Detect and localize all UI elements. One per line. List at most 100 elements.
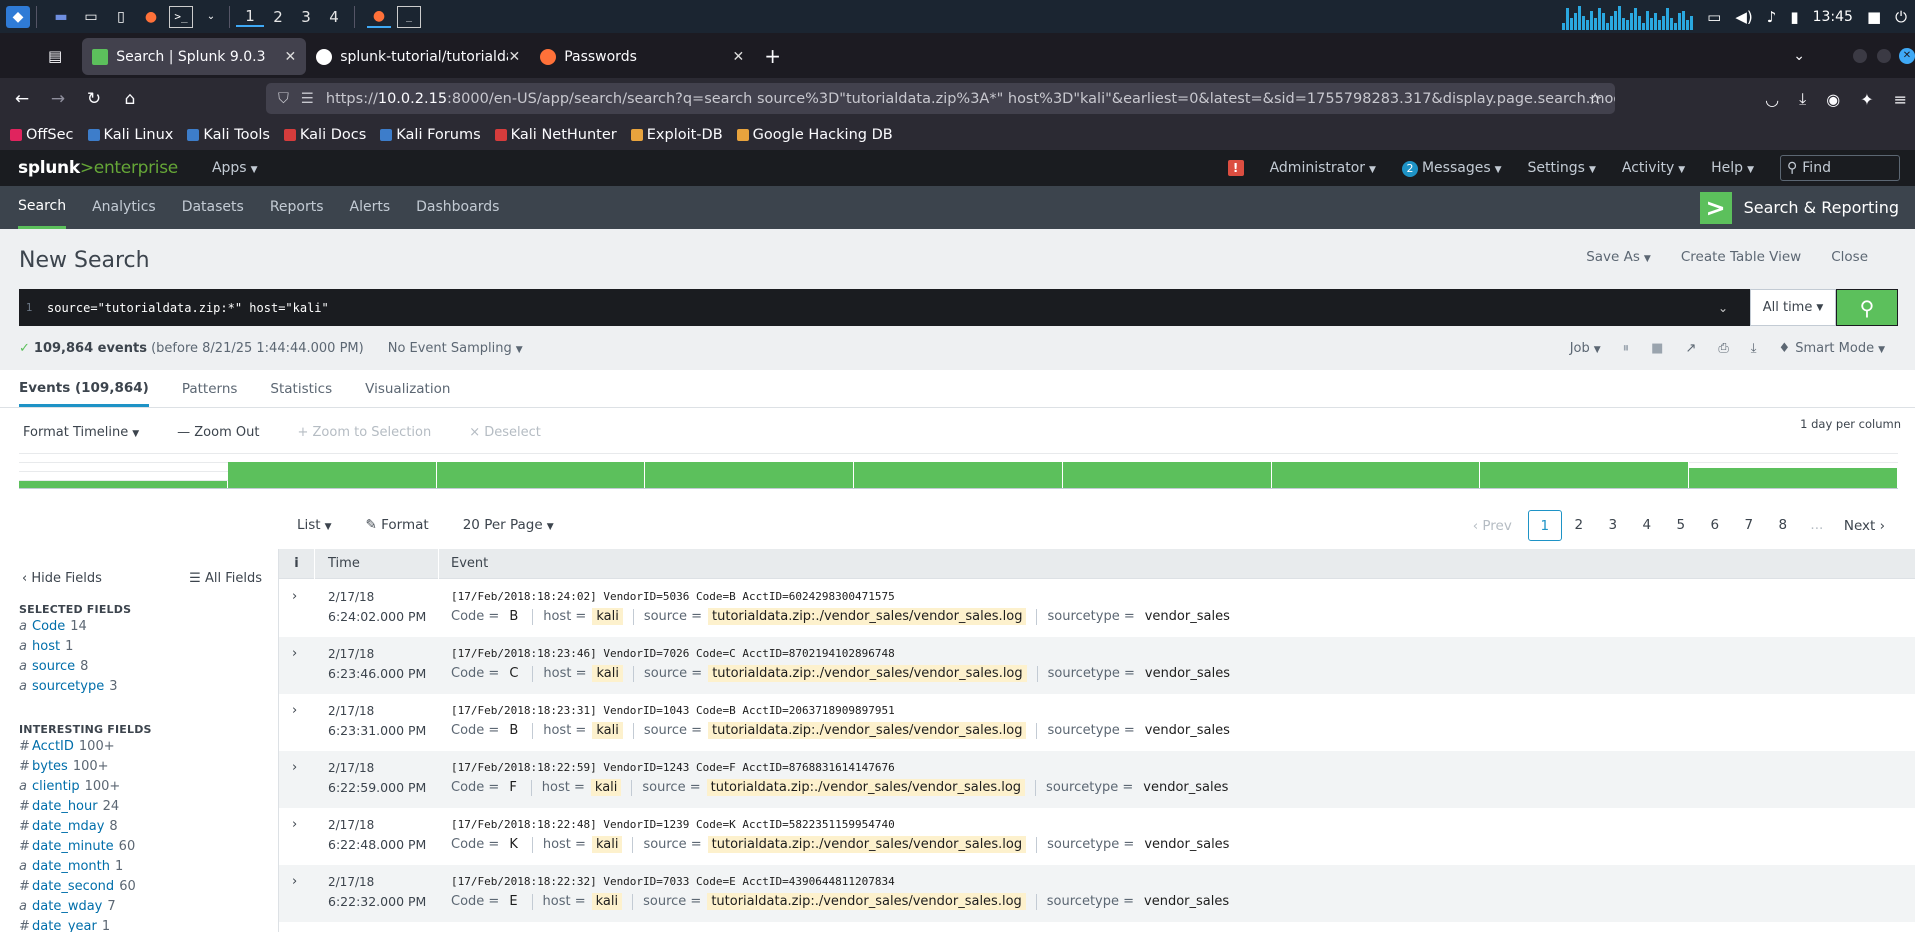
menu-icon[interactable]: ≡ bbox=[1894, 90, 1907, 109]
browser-tab-splunk[interactable]: Search | Splunk 9.0.3 ✕ bbox=[82, 38, 307, 75]
timeline-bar[interactable] bbox=[645, 462, 855, 488]
app-nav-dashboards[interactable]: Dashboards bbox=[416, 186, 499, 229]
reload-icon[interactable]: ↻ bbox=[76, 89, 112, 109]
close-icon[interactable]: ✕ bbox=[284, 49, 296, 65]
timeline-bar[interactable] bbox=[19, 481, 228, 488]
url-bar[interactable]: ⛉ ☰ https://10.0.2.15:8000/en-US/app/sea… bbox=[266, 83, 1615, 114]
field-value-code[interactable]: B bbox=[505, 722, 522, 739]
expand-chevron-icon[interactable]: › bbox=[292, 589, 297, 604]
apps-menu[interactable]: Apps ▼ bbox=[212, 160, 258, 176]
timeline-bar[interactable] bbox=[1271, 462, 1481, 488]
stop-icon[interactable]: ■ bbox=[1651, 341, 1663, 356]
info-column-header[interactable]: i bbox=[279, 549, 315, 579]
bookmark-item[interactable]: Exploit-DB bbox=[630, 127, 723, 143]
pocket-icon[interactable]: ◡ bbox=[1765, 90, 1779, 109]
shield-icon[interactable]: ⛉ bbox=[278, 91, 289, 107]
timeline-bar[interactable] bbox=[1480, 462, 1690, 488]
field-value-host[interactable]: kali bbox=[592, 722, 623, 739]
timeline-bar[interactable] bbox=[436, 462, 646, 488]
page-8-button[interactable]: 8 bbox=[1766, 510, 1800, 541]
workspace-2[interactable]: 2 bbox=[264, 8, 292, 26]
tab-overview-icon[interactable]: ▤ bbox=[48, 47, 62, 65]
timeline-bar[interactable] bbox=[227, 462, 437, 488]
browser-tab-github[interactable]: splunk-tutorial/tutorialdata ✕ bbox=[306, 38, 530, 75]
messages-menu[interactable]: 2 Messages ▼ bbox=[1401, 160, 1502, 177]
field-item-date_year[interactable]: # date_year 1 bbox=[19, 919, 110, 932]
field-item-host[interactable]: a host 1 bbox=[19, 639, 73, 654]
field-value-host[interactable]: kali bbox=[592, 665, 623, 682]
workspace-4[interactable]: 4 bbox=[320, 8, 348, 26]
expand-chevron-icon[interactable]: › bbox=[292, 646, 297, 661]
field-value-sourcetype[interactable]: vendor_sales bbox=[1140, 893, 1233, 910]
app-nav-datasets[interactable]: Datasets bbox=[182, 186, 244, 229]
field-value-code[interactable]: K bbox=[505, 836, 522, 853]
field-value-source[interactable]: tutorialdata.zip:./vendor_sales/vendor_s… bbox=[708, 722, 1027, 739]
field-value-sourcetype[interactable]: vendor_sales bbox=[1141, 665, 1234, 682]
display-icon[interactable]: ▭ bbox=[1707, 8, 1721, 26]
field-value-host[interactable]: kali bbox=[590, 779, 622, 796]
list-view-menu[interactable]: List ▼ bbox=[297, 517, 332, 533]
alert-icon[interactable]: ! bbox=[1227, 160, 1244, 176]
search-query-input[interactable]: source="tutorialdata.zip:*" host="kali" bbox=[47, 301, 1898, 315]
expand-chevron-icon[interactable]: › bbox=[292, 817, 297, 832]
all-fields-button[interactable]: ☰ All Fields bbox=[189, 571, 262, 586]
desktop-icon[interactable]: ▬ bbox=[49, 6, 73, 28]
page-6-button[interactable]: 6 bbox=[1698, 510, 1732, 541]
battery-icon[interactable]: ▮ bbox=[1790, 8, 1798, 26]
page-3-button[interactable]: 3 bbox=[1596, 510, 1630, 541]
find-input[interactable]: ⚲ Find bbox=[1780, 155, 1900, 181]
forward-arrow-icon[interactable]: → bbox=[40, 89, 76, 109]
notification-bell-icon[interactable]: ♪ bbox=[1767, 8, 1777, 26]
event-sampling-menu[interactable]: No Event Sampling ▼ bbox=[388, 341, 523, 356]
field-item-acctid[interactable]: # AcctID 100+ bbox=[19, 739, 115, 754]
event-timeline[interactable] bbox=[19, 453, 1898, 489]
close-button[interactable]: Close bbox=[1831, 249, 1868, 265]
list-tabs-chevron-icon[interactable]: ⌄ bbox=[1793, 48, 1805, 64]
file-manager-icon[interactable]: ▭ bbox=[79, 6, 103, 28]
field-value-host[interactable]: kali bbox=[591, 836, 623, 853]
field-item-bytes[interactable]: # bytes 100+ bbox=[19, 759, 109, 774]
page-1-button[interactable]: 1 bbox=[1527, 510, 1562, 541]
app-nav-search[interactable]: Search bbox=[18, 186, 67, 229]
expand-chevron-icon[interactable]: › bbox=[292, 703, 297, 718]
expand-chevron-icon[interactable]: › bbox=[292, 760, 297, 775]
settings-menu[interactable]: Settings ▼ bbox=[1528, 160, 1596, 176]
timeline-bar[interactable] bbox=[1062, 462, 1272, 488]
bookmark-item[interactable]: Kali NetHunter bbox=[494, 127, 617, 143]
event-column-header[interactable]: Event bbox=[451, 549, 488, 579]
activity-menu[interactable]: Activity ▼ bbox=[1622, 160, 1685, 176]
page-info-icon[interactable]: ☰ bbox=[301, 91, 314, 107]
tab-visualization[interactable]: Visualization bbox=[365, 370, 450, 407]
new-tab-icon[interactable]: + bbox=[764, 44, 781, 68]
next-page-button[interactable]: Next › bbox=[1844, 518, 1885, 534]
field-value-source[interactable]: tutorialdata.zip:./vendor_sales/vendor_s… bbox=[708, 665, 1027, 682]
field-value-code[interactable]: F bbox=[505, 779, 520, 796]
bookmark-item[interactable]: Kali Linux bbox=[87, 127, 173, 143]
field-item-date_minute[interactable]: # date_minute 60 bbox=[19, 839, 135, 854]
field-value-source[interactable]: tutorialdata.zip:./vendor_sales/vendor_s… bbox=[707, 836, 1027, 853]
format-button[interactable]: ✎ Format bbox=[366, 517, 429, 533]
hide-fields-button[interactable]: ‹ Hide Fields bbox=[22, 571, 102, 586]
bookmark-item[interactable]: Kali Forums bbox=[380, 127, 481, 143]
app-title[interactable]: > Search & Reporting bbox=[1699, 191, 1899, 224]
text-editor-icon[interactable]: ▯ bbox=[109, 6, 133, 28]
tab-events[interactable]: Events (109,864) bbox=[19, 370, 149, 407]
field-item-source[interactable]: a source 8 bbox=[19, 659, 88, 674]
firefox-launcher-icon[interactable]: ● bbox=[139, 6, 163, 28]
page-7-button[interactable]: 7 bbox=[1732, 510, 1766, 541]
zoom-to-selection-button[interactable]: + Zoom to Selection bbox=[297, 425, 431, 440]
timeline-bar[interactable] bbox=[854, 462, 1063, 488]
field-value-sourcetype[interactable]: vendor_sales bbox=[1139, 779, 1232, 796]
print-icon[interactable]: ⎙ bbox=[1718, 341, 1728, 356]
field-item-code[interactable]: a Code 14 bbox=[19, 619, 87, 634]
export-icon[interactable]: ⤓ bbox=[1751, 341, 1757, 356]
minimize-window-icon[interactable] bbox=[1853, 48, 1867, 63]
field-value-code[interactable]: C bbox=[505, 665, 522, 682]
field-item-sourcetype[interactable]: a sourcetype 3 bbox=[19, 679, 118, 694]
search-button[interactable]: ⚲ bbox=[1836, 289, 1898, 326]
bookmark-item[interactable]: Kali Tools bbox=[187, 127, 270, 143]
field-item-date_month[interactable]: a date_month 1 bbox=[19, 859, 123, 874]
extensions-icon[interactable]: ✦ bbox=[1860, 90, 1873, 109]
field-value-sourcetype[interactable]: vendor_sales bbox=[1141, 608, 1234, 625]
create-table-view-button[interactable]: Create Table View bbox=[1681, 249, 1801, 265]
